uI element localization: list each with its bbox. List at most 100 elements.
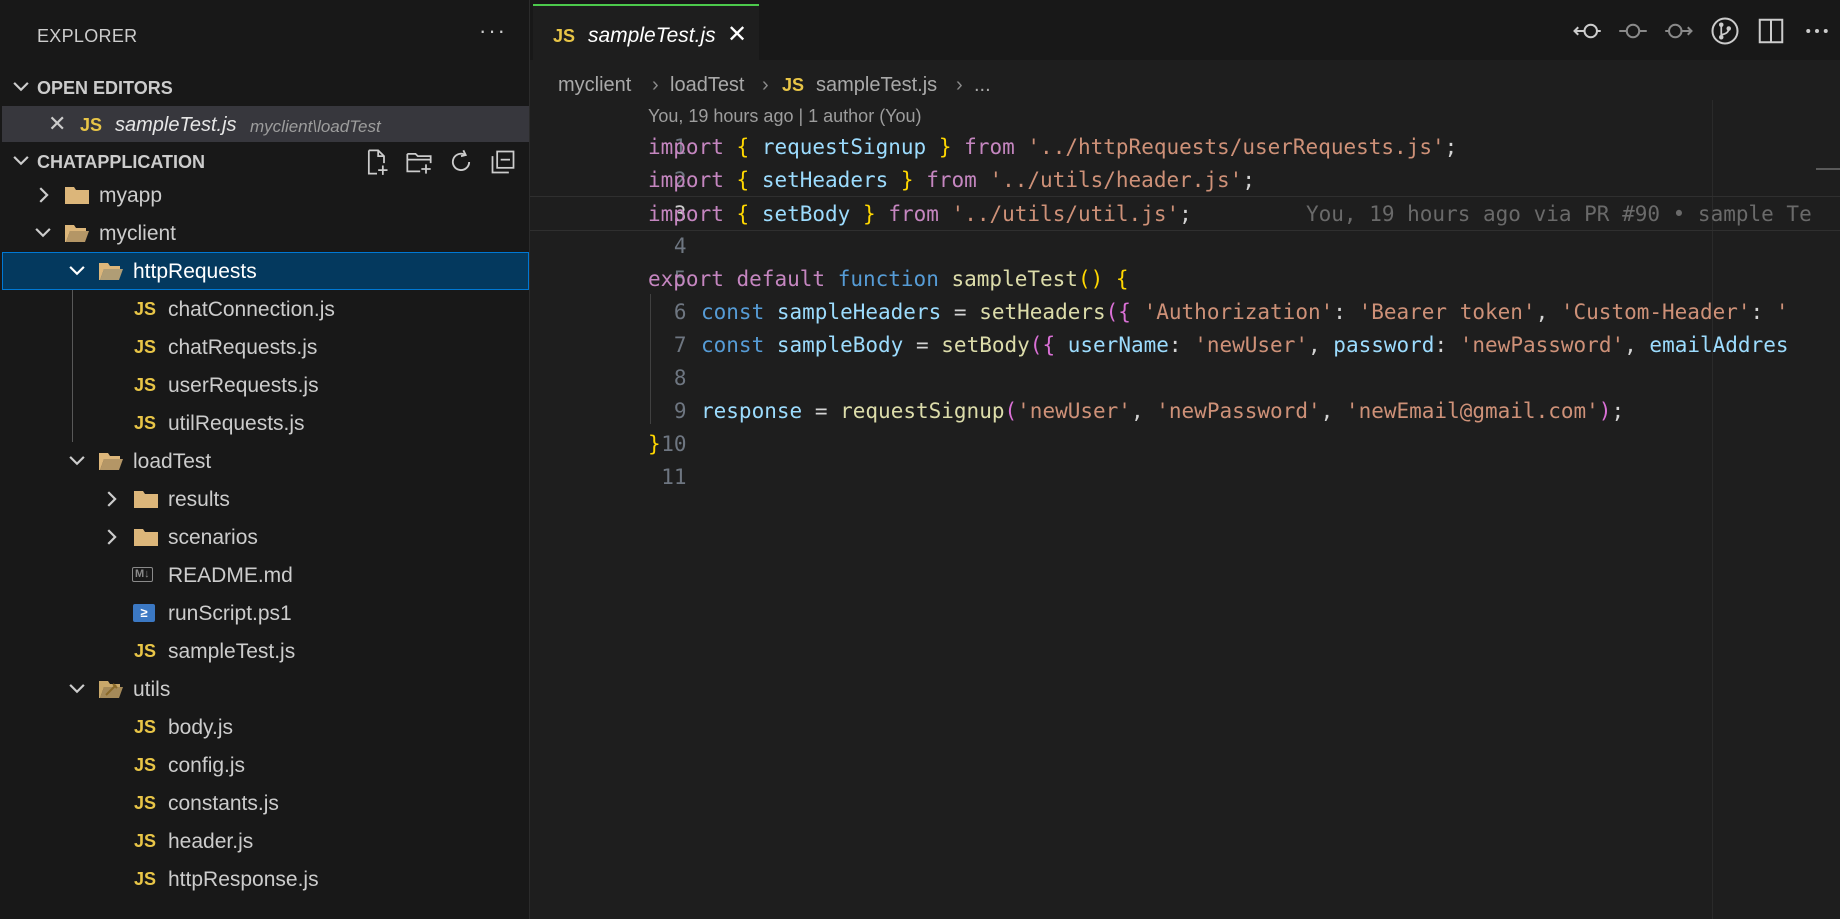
tree-item-label: runScript.ps1 bbox=[168, 602, 292, 625]
editor-actions bbox=[1572, 16, 1832, 46]
source-control-icon[interactable] bbox=[1710, 16, 1740, 46]
next-change-icon[interactable] bbox=[1664, 16, 1694, 46]
tree-file-utilrequests[interactable]: JS utilRequests.js bbox=[2, 404, 529, 442]
tree-item-label: header.js bbox=[168, 830, 254, 853]
explorer-header: EXPLORER ··· bbox=[0, 0, 529, 72]
chevron-down-icon bbox=[69, 684, 85, 694]
line-number: 10 bbox=[661, 432, 687, 456]
split-editor-icon[interactable] bbox=[1756, 16, 1786, 46]
chevron-right-icon: › bbox=[956, 74, 963, 96]
markdown-file-icon: M↓ bbox=[132, 567, 153, 582]
chevron-down-icon bbox=[13, 82, 29, 92]
code-line: 5 export default function sampleTest() { bbox=[530, 262, 1840, 295]
folder-open-icon bbox=[65, 225, 89, 242]
js-file-icon: JS bbox=[782, 75, 805, 95]
workspace-section-header[interactable]: CHATAPPLICATION bbox=[0, 144, 529, 180]
code-line: 1 import { requestSignup } from '../http… bbox=[530, 130, 1840, 163]
collapse-all-icon[interactable] bbox=[489, 148, 517, 176]
tree-file-body[interactable]: JS body.js bbox=[2, 708, 529, 746]
more-actions-icon[interactable]: ··· bbox=[479, 18, 507, 44]
tree-item-label: httpRequests bbox=[133, 260, 257, 283]
tree-file-config[interactable]: JS config.js bbox=[2, 746, 529, 784]
tree-item-label: README.md bbox=[168, 564, 293, 587]
previous-change-icon[interactable] bbox=[1572, 16, 1602, 46]
folder-open-icon bbox=[99, 453, 123, 470]
tree-folder-utils[interactable]: utils bbox=[2, 670, 529, 708]
code-line: 6 const sampleHeaders = setHeaders({ 'Au… bbox=[530, 295, 1840, 328]
js-file-icon: JS bbox=[134, 337, 157, 357]
js-file-icon: JS bbox=[134, 375, 157, 395]
tree-file-sampletest[interactable]: JS sampleTest.js bbox=[2, 632, 529, 670]
open-editors-section-header[interactable]: OPEN EDITORS bbox=[0, 70, 529, 106]
new-folder-icon[interactable] bbox=[405, 148, 433, 176]
tree-folder-results[interactable]: results bbox=[2, 480, 529, 518]
chevron-down-icon bbox=[69, 266, 85, 276]
tree-folder-myclient[interactable]: myclient bbox=[2, 214, 529, 252]
code-text: import { setHeaders } from '../utils/hea… bbox=[648, 168, 1255, 192]
tree-file-httpresponse[interactable]: JS httpResponse.js bbox=[2, 860, 529, 898]
tree-file-constants[interactable]: JS constants.js bbox=[2, 784, 529, 822]
open-editor-item[interactable]: ✕ JS sampleTest.js myclient\loadTest bbox=[2, 106, 529, 142]
line-number: 4 bbox=[673, 234, 687, 258]
tree-item-label: myclient bbox=[99, 222, 177, 245]
tree-folder-myapp[interactable]: myapp bbox=[2, 176, 529, 214]
powershell-file-icon: ≥ bbox=[133, 604, 155, 622]
chevron-down-icon bbox=[69, 456, 85, 466]
tree-item-label: constants.js bbox=[168, 792, 279, 815]
close-icon[interactable]: ✕ bbox=[48, 111, 66, 137]
breadcrumb-item[interactable]: myclient bbox=[558, 74, 631, 97]
tree-file-chatconnection[interactable]: JS chatConnection.js bbox=[2, 290, 529, 328]
folder-icon bbox=[65, 187, 89, 204]
js-file-icon: JS bbox=[134, 869, 157, 889]
line-number: 8 bbox=[673, 366, 687, 390]
code-text: import { setBody } from '../utils/util.j… bbox=[648, 202, 1192, 226]
tree-file-chatrequests[interactable]: JS chatRequests.js bbox=[2, 328, 529, 366]
tree-item-label: utilRequests.js bbox=[168, 412, 305, 435]
close-icon[interactable]: ✕ bbox=[727, 20, 747, 49]
tree-item-label: config.js bbox=[168, 754, 246, 777]
js-file-icon: JS bbox=[134, 831, 157, 851]
tab-sampletest[interactable]: JS sampleTest.js ✕ bbox=[533, 4, 759, 62]
new-file-icon[interactable] bbox=[363, 148, 391, 176]
tree-item-label: chatConnection.js bbox=[168, 298, 335, 321]
open-editor-path: myclient\loadTest bbox=[250, 117, 381, 136]
tree-folder-loadtest[interactable]: loadTest bbox=[2, 442, 529, 480]
line-number: 9 bbox=[673, 399, 687, 423]
tree-item-label: userRequests.js bbox=[168, 374, 319, 397]
current-change-icon[interactable] bbox=[1618, 16, 1648, 46]
tree-folder-httprequests[interactable]: httpRequests bbox=[2, 252, 529, 290]
folder-icon bbox=[134, 529, 158, 546]
js-file-icon: JS bbox=[134, 793, 157, 813]
blame-codelens[interactable]: You, 19 hours ago | 1 author (You) bbox=[648, 106, 922, 127]
tree-item-label: loadTest bbox=[133, 450, 212, 473]
tree-item-label: myapp bbox=[99, 184, 163, 207]
code-text: export default function sampleTest() { bbox=[648, 267, 1129, 291]
workspace-toolbar bbox=[363, 144, 517, 180]
line-number: 6 bbox=[673, 300, 687, 324]
tree-file-userrequests[interactable]: JS userRequests.js bbox=[2, 366, 529, 404]
breadcrumb-item[interactable]: loadTest bbox=[670, 74, 745, 97]
tree-item-label: httpResponse.js bbox=[168, 868, 319, 891]
tree-file-runscript[interactable]: ≥ runScript.ps1 bbox=[2, 594, 529, 632]
tree-folder-scenarios[interactable]: scenarios bbox=[2, 518, 529, 556]
tree-item-label: sampleTest.js bbox=[168, 640, 296, 663]
code-line: 8 bbox=[530, 361, 1840, 394]
code-line: 7 const sampleBody = setBody({ userName:… bbox=[530, 328, 1840, 361]
refresh-icon[interactable] bbox=[447, 148, 475, 176]
tree-file-readme[interactable]: M↓ README.md bbox=[2, 556, 529, 594]
tree-file-header[interactable]: JS header.js bbox=[2, 822, 529, 860]
editor-tab-bar: JS sampleTest.js ✕ bbox=[530, 0, 1840, 62]
inline-blame[interactable]: You, 19 hours ago via PR #90 • sample Te bbox=[1306, 202, 1812, 226]
js-file-icon: JS bbox=[134, 299, 157, 319]
code-line: 11 bbox=[530, 460, 1840, 493]
utils-folder-icon bbox=[99, 681, 123, 698]
more-actions-icon[interactable] bbox=[1802, 16, 1832, 46]
folder-open-icon bbox=[99, 263, 123, 280]
tab-label: sampleTest.js bbox=[588, 24, 716, 47]
js-file-icon: JS bbox=[134, 717, 157, 737]
breadcrumb-item[interactable]: sampleTest.js bbox=[816, 74, 937, 97]
code-text: import { requestSignup } from '../httpRe… bbox=[648, 135, 1458, 159]
tree-item-label: chatRequests.js bbox=[168, 336, 318, 359]
code-editor[interactable]: 1 import { requestSignup } from '../http… bbox=[530, 130, 1840, 919]
breadcrumb-item[interactable]: ... bbox=[974, 74, 991, 97]
